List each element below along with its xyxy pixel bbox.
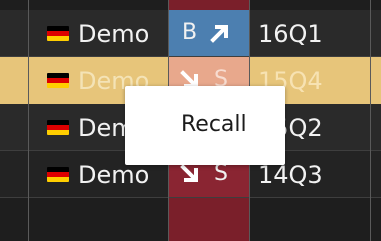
buy-action-cell[interactable]: B [168,10,249,57]
arrow-down-right-icon [180,164,198,182]
germany-flag-icon [47,26,69,41]
context-menu: Recall [125,86,285,165]
germany-flag-icon [47,73,69,88]
germany-flag-icon [47,120,69,135]
account-name: Demo [78,20,150,48]
arrow-up-right-icon [210,25,228,43]
positions-table: Demo B 16Q1 Demo S 15Q4 Demo 15Q2 Demo S… [0,0,381,241]
column-divider [370,0,371,241]
column-divider [28,0,29,241]
contract-label: 16Q1 [258,20,323,48]
table-row[interactable]: Demo B 16Q1 [0,10,381,57]
recall-menu-item[interactable]: Recall [181,110,247,140]
germany-flag-icon [47,167,69,182]
action-label: B [182,20,198,45]
